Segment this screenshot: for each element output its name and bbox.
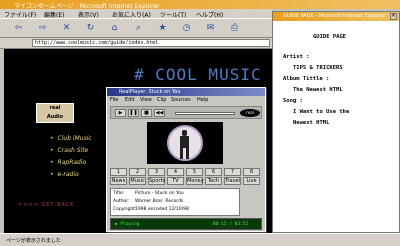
guide-page-window: GUIDE PAGE - Microsoft Internet Explorer…	[272, 11, 400, 233]
home-icon[interactable]: ⌂	[106, 21, 123, 36]
artist-value: TIPS & TRICKERS	[293, 65, 343, 71]
address-bar: http://www.coolmusic.com/guide/index.htm…	[0, 38, 272, 49]
clip-author-row: Author: Warner Bros. Records	[113, 199, 183, 204]
player-titlebar: RealPlayer: Stuck on You	[107, 88, 265, 96]
clip-info-value: Warner Bros. Records	[135, 199, 184, 204]
history-icon[interactable]: ◷	[178, 21, 195, 36]
channel-button[interactable]: 6	[205, 168, 222, 176]
song-value-line2: Newest HTML	[293, 120, 330, 126]
link-rapradio[interactable]: RapRadio	[50, 159, 87, 166]
channel-button[interactable]: 3	[148, 168, 165, 176]
close-icon[interactable]: ✕	[390, 13, 397, 20]
channel-button[interactable]: Tech	[205, 177, 222, 185]
back-arrow-icon[interactable]: ⇦	[10, 21, 27, 36]
browser-titlebar: マイコンホームページ - Microsoft Internet Explorer	[0, 0, 400, 10]
address-input[interactable]: http://www.coolmusic.com/guide/index.htm…	[32, 39, 270, 47]
channel-button[interactable]: Sports	[148, 177, 165, 185]
channel-button[interactable]: News	[110, 177, 127, 185]
guide-window-title: GUIDE PAGE - Microsoft Internet Explorer	[283, 13, 386, 19]
pause-icon[interactable]: ❚❚	[128, 109, 139, 117]
player-menu-clip[interactable]: Clip	[157, 97, 166, 103]
player-menu-file[interactable]: File	[110, 97, 118, 103]
album-label: Album Tittle :	[283, 76, 330, 82]
clip-info-value: Picture - Stuck on You	[135, 191, 184, 196]
status-text: ページが表示されました	[6, 238, 61, 244]
video-display	[147, 122, 223, 164]
channel-button[interactable]: 1	[110, 168, 127, 176]
toolbar: ⇦ ⇨ ✕ ↻ ⌂ ⌕ ★ ◷ ✉ ⎙	[0, 18, 272, 38]
player-controls: ▶ ❚❚ ■ ◀◀ real	[110, 106, 262, 119]
search-icon[interactable]: ⌕	[130, 21, 147, 36]
mail-icon[interactable]: ✉	[202, 21, 219, 36]
video-frame	[167, 125, 203, 161]
album-value: The Newest HTML	[293, 87, 343, 93]
channel-button[interactable]: Travel	[224, 177, 241, 185]
page-heading: # COOL MUSIC	[134, 65, 262, 84]
player-menu-edit[interactable]: Edit	[125, 97, 135, 103]
time-readout: 00:15 / 03:52	[213, 222, 249, 227]
real-audio-logo[interactable]: real Audio	[36, 103, 74, 123]
logo-top-text: real	[49, 105, 61, 111]
song-value-line1: I Want to Use the	[293, 109, 350, 115]
refresh-icon[interactable]: ↻	[82, 21, 99, 36]
link-e-radio[interactable]: e-radio	[50, 171, 79, 178]
player-menu-view[interactable]: View	[140, 97, 152, 103]
song-label: Song :	[283, 98, 303, 104]
seek-bar[interactable]	[175, 112, 235, 115]
play-icon[interactable]: ▶	[115, 109, 126, 117]
link-crash-site[interactable]: Crash Site	[50, 147, 89, 154]
channel-buttons: 1 2 3 4 5 6 7 8 News Music Sports TV Mon…	[110, 168, 262, 186]
media-player-window: RealPlayer: Stuck on You File Edit View …	[106, 87, 266, 232]
player-menu-help[interactable]: Help	[197, 97, 208, 103]
clip-info-label: Author:	[113, 199, 130, 204]
clip-info-value: 1998 encoded 12/10/98	[135, 207, 189, 212]
print-icon[interactable]: ⎙	[226, 21, 243, 36]
channel-button[interactable]: Live	[243, 177, 260, 185]
get-back-link[interactable]: <<<< GET BACK	[18, 202, 75, 208]
player-menu-bar: File Edit View Clip Sources Help	[107, 96, 265, 104]
player-title: RealPlayer: Stuck on You	[119, 89, 181, 95]
status-bar: ページが表示されました	[0, 233, 400, 246]
player-logo: real	[240, 109, 260, 117]
channel-button[interactable]: 2	[129, 168, 146, 176]
guide-titlebar: GUIDE PAGE - Microsoft Internet Explorer…	[273, 12, 399, 21]
stop-icon[interactable]: ■	[141, 109, 152, 117]
clip-info-label: Title:	[113, 191, 125, 196]
clip-info-label: Copyright:	[113, 207, 137, 212]
menu-bar: ファイル(F) 編集(E) 表示(V) お気に入り(A) ツール(T) ヘルプ(…	[0, 9, 272, 19]
play-status: ▶ Playing	[115, 222, 140, 227]
channel-button[interactable]: 8	[243, 168, 260, 176]
clip-info-panel: Title: Picture - Stuck on You Author: Warn…	[110, 188, 240, 216]
artist-label: Artist :	[283, 54, 310, 60]
stop-icon[interactable]: ✕	[58, 21, 75, 36]
channel-button[interactable]: 5	[186, 168, 203, 176]
clip-copyright-row: Copyright:1998 encoded 12/10/98	[113, 207, 189, 212]
player-menu-sources[interactable]: Sources	[171, 97, 191, 103]
rewind-icon[interactable]: ◀◀	[154, 109, 165, 117]
guide-heading: GUIDE PAGE	[313, 34, 347, 40]
status-display: ▶ Playing 00:15 / 03:52	[110, 218, 262, 230]
forward-arrow-icon[interactable]: ⇨	[34, 21, 51, 36]
logo-bottom-text: Audio	[46, 114, 64, 120]
channel-button[interactable]: Music	[129, 177, 146, 185]
link-club-imusic[interactable]: Club iMusic	[50, 135, 92, 142]
channel-button[interactable]: 4	[167, 168, 184, 176]
favorites-icon[interactable]: ★	[154, 21, 171, 36]
channel-button[interactable]: Money	[186, 177, 204, 185]
channel-button[interactable]: 7	[224, 168, 241, 176]
channel-button[interactable]: TV	[167, 177, 184, 185]
clip-title-row: Title: Picture - Stuck on You	[113, 191, 184, 196]
